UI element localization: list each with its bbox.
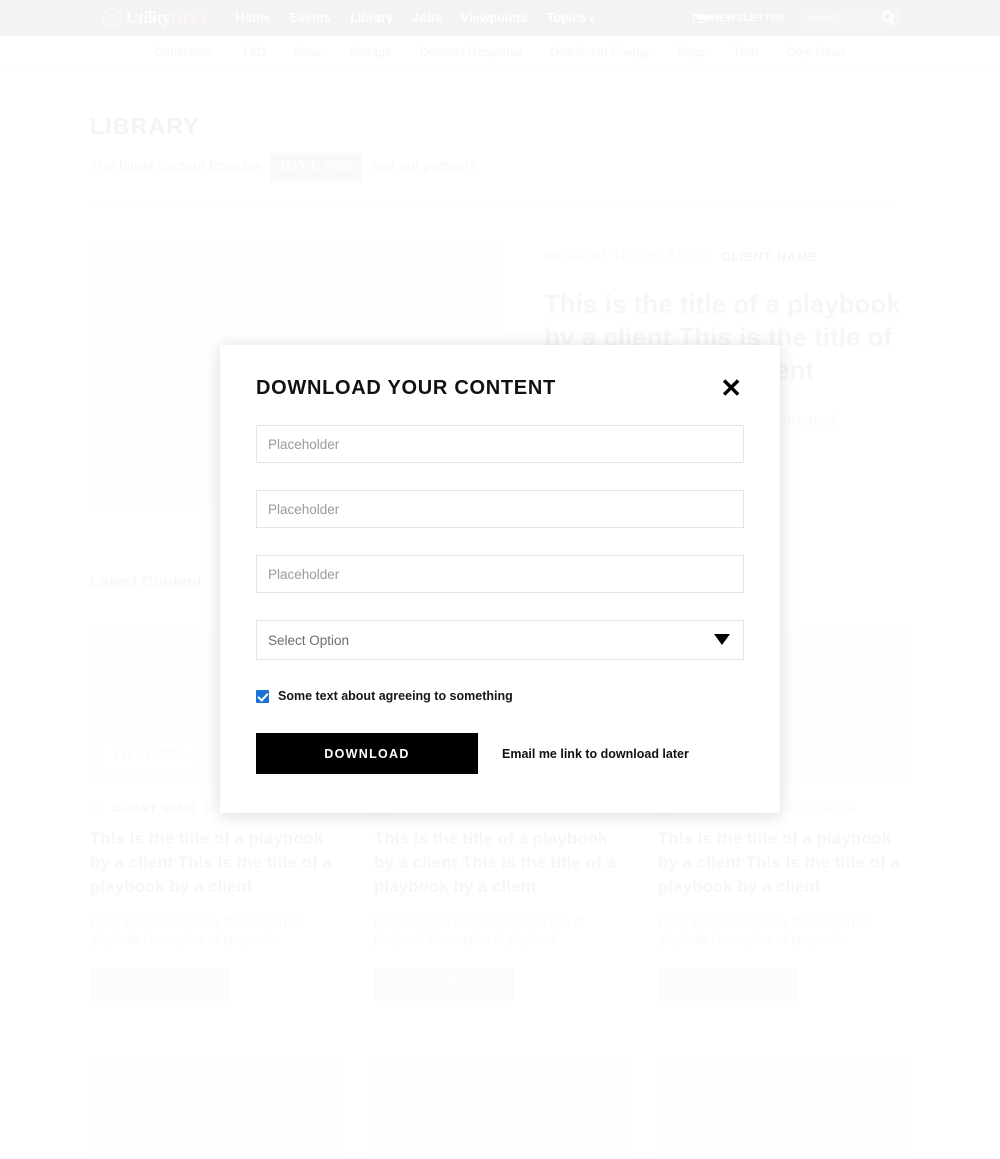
- quick-download-button[interactable]: QUICK DOWNLOAD: [658, 968, 798, 1001]
- list-item: DIVE BRAND STUDIO: [90, 1055, 342, 1159]
- card-content-type: WHITE PAPER: [773, 802, 858, 815]
- form-field-1[interactable]: [256, 425, 744, 463]
- modal-body: Select Option Some text about agreeing t…: [220, 401, 780, 774]
- select-option-dropdown[interactable]: Select Option: [256, 620, 744, 660]
- topics-nav-bar: Generation T&D Solar Storage Demand Resp…: [0, 36, 1000, 69]
- card-description: Description of playbook Description of p…: [90, 915, 300, 947]
- card-thumbnail[interactable]: DIVE BRAND STUDIO: [90, 1055, 342, 1159]
- modal-actions: DOWNLOAD Email me link to download later: [256, 733, 744, 774]
- dive-brand-studio-badge[interactable]: DIVE BRAND STUDIO: [270, 153, 363, 181]
- subtitle-text-after: and our partners: [370, 159, 477, 175]
- nav-item-jobs[interactable]: Jobs: [412, 11, 442, 25]
- card-thumbnail[interactable]: DIVE BRAND STUDIO: [374, 1055, 626, 1159]
- logo-text-utility: Utility: [126, 8, 171, 27]
- nav-item-viewpoints[interactable]: Viewpoints: [461, 11, 528, 25]
- modal-title: DOWNLOAD YOUR CONTENT: [256, 376, 556, 399]
- brought-to-you-by-label: BROUGHT TO YOU BY: [544, 250, 686, 263]
- logo-text-dive: DIVE: [170, 8, 212, 27]
- watermark-line-studio: STUDIO: [159, 755, 186, 762]
- topic-distributed-energy[interactable]: Distributed Energy: [550, 45, 649, 59]
- page-subtitle: The latest content from the DIVE BRAND S…: [90, 153, 910, 181]
- site-logo[interactable]: D Utility DIVE: [102, 8, 212, 28]
- close-icon[interactable]: ✕: [718, 375, 744, 401]
- topic-regs[interactable]: Regs: [677, 45, 705, 59]
- select-option-wrapper: Select Option: [256, 620, 744, 660]
- card-description: Description of playbook Description of p…: [374, 915, 584, 947]
- topic-generation[interactable]: Generation: [154, 45, 213, 59]
- email-link-later[interactable]: Email me link to download later: [502, 747, 689, 761]
- newsletter-button[interactable]: NEWSLETTER: [693, 13, 786, 24]
- search-placeholder: search: [808, 12, 842, 24]
- agreement-row: Some text about agreeing to something: [256, 689, 744, 703]
- form-field-3[interactable]: [256, 555, 744, 593]
- topic-storage[interactable]: Storage: [350, 45, 392, 59]
- agreement-label: Some text about agreeing to something: [278, 689, 513, 703]
- page-title: LIBRARY: [90, 113, 200, 139]
- badge-dive-text: DIVE: [279, 158, 322, 175]
- primary-nav: Home Events Library Jobs Viewpoints Topi…: [235, 11, 594, 25]
- card-thumbnail[interactable]: [658, 1055, 910, 1159]
- topic-solar[interactable]: Solar: [294, 45, 322, 59]
- form-field-2[interactable]: [256, 490, 744, 528]
- watermark-line-brand: BRAND: [159, 748, 185, 755]
- nav-item-events[interactable]: Events: [290, 11, 332, 25]
- topic-demand-response[interactable]: Demand Response: [420, 45, 523, 59]
- quick-download-button[interactable]: QUICK DOWNLOAD: [90, 968, 230, 1001]
- header-divider: [90, 205, 910, 206]
- search-input[interactable]: search: [800, 7, 900, 29]
- featured-client-name: CLIENT NAME: [721, 249, 818, 264]
- card-description: Description of playbook Description of p…: [658, 915, 868, 947]
- sponsor-row: BROUGHT TO YOU BY CLIENT NAME: [544, 249, 910, 264]
- card-title[interactable]: This is the title of a playbook by a cli…: [658, 827, 910, 899]
- badge-line-studio: STUDIO: [324, 167, 354, 174]
- topic-tech[interactable]: Tech: [733, 45, 758, 59]
- watermark-dive-text: DIVE: [114, 745, 157, 764]
- download-button[interactable]: DOWNLOAD: [256, 733, 478, 774]
- agreement-checkbox[interactable]: [256, 689, 269, 703]
- content-card-grid-row2: DIVE BRAND STUDIO DIVE BRAND STUDIO: [90, 1055, 910, 1159]
- card-title[interactable]: This is the title of a playbook by a cli…: [374, 827, 626, 899]
- list-item: DIVE BRAND STUDIO: [374, 1055, 626, 1159]
- list-item: [658, 1055, 910, 1159]
- watermark-sub-text: BRAND STUDIO: [160, 748, 186, 762]
- search-icon[interactable]: [882, 11, 893, 22]
- download-modal: DOWNLOAD YOUR CONTENT ✕ Select Option So…: [220, 345, 780, 813]
- dive-brand-studio-watermark: DIVE BRAND STUDIO: [105, 740, 195, 770]
- header-utilities: NEWSLETTER search: [693, 7, 900, 29]
- nav-item-topics-label: Topics: [546, 11, 587, 25]
- card-client-name: CLIENT NAME: [112, 802, 198, 815]
- mail-icon: [693, 13, 715, 23]
- topic-corp-news[interactable]: Corp News: [786, 45, 845, 59]
- topic-t-and-d[interactable]: T&D: [242, 45, 266, 59]
- subtitle-text-before: The latest content from the: [90, 159, 263, 175]
- quick-download-button[interactable]: QUICK DOWNLOAD: [374, 968, 514, 1001]
- client-logo-icon: [695, 249, 712, 264]
- modal-header: DOWNLOAD YOUR CONTENT ✕: [220, 345, 780, 401]
- nav-item-topics[interactable]: Topics ▾: [547, 11, 595, 25]
- badge-sub-text: BRAND STUDIO: [325, 160, 354, 174]
- chevron-down-icon: ▾: [589, 14, 595, 24]
- top-navigation-bar: D Utility DIVE Home Events Library Jobs …: [0, 0, 1000, 36]
- badge-line-brand: BRAND: [324, 160, 352, 167]
- newsletter-label: NEWSLETTER: [711, 12, 786, 24]
- nav-item-home[interactable]: Home: [235, 11, 270, 25]
- nav-item-library[interactable]: Library: [350, 11, 393, 25]
- card-title[interactable]: This is the title of a playbook by a cli…: [90, 827, 342, 899]
- client-logo-icon: [90, 802, 104, 815]
- logo-circle-icon: D: [102, 8, 122, 28]
